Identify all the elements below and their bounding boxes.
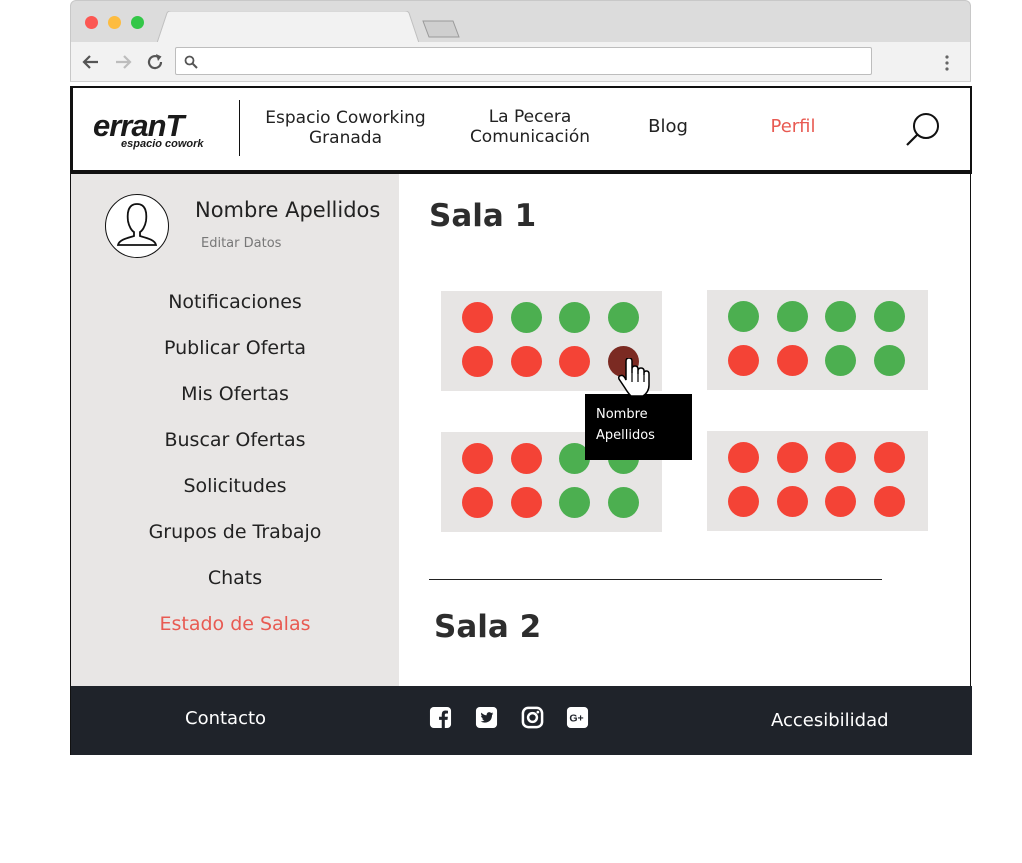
seat-free[interactable] [608, 487, 639, 518]
user-icon [116, 203, 158, 246]
seat-occupied[interactable] [825, 486, 856, 517]
seat-free[interactable] [559, 487, 590, 518]
room-title: Sala 1 [429, 198, 537, 234]
seat-occupied[interactable] [462, 346, 493, 377]
browser-toolbar [70, 42, 971, 82]
browser-tab[interactable] [157, 11, 419, 44]
seat-occupied[interactable] [511, 487, 542, 518]
seat-occupied[interactable] [728, 486, 759, 517]
svg-text:G+: G+ [569, 712, 583, 724]
seat-free[interactable] [728, 301, 759, 332]
close-window-button[interactable] [85, 16, 98, 29]
page-viewport: erranT espacio cowork Espacio Coworking … [70, 86, 972, 755]
forward-arrow-icon[interactable] [113, 52, 133, 72]
back-arrow-icon[interactable] [81, 52, 101, 72]
browser-window: erranT espacio cowork Espacio Coworking … [70, 0, 972, 755]
browser-menu-icon[interactable] [944, 54, 950, 72]
edit-profile-link[interactable]: Editar Datos [201, 236, 281, 251]
sidebar-item-chats[interactable]: Chats [71, 566, 399, 590]
room-title: Sala 2 [434, 609, 542, 645]
sidebar-item-publicar-oferta[interactable]: Publicar Oferta [71, 336, 399, 360]
tooltip-line: Apellidos [596, 428, 655, 443]
seat-free[interactable] [874, 345, 905, 376]
twitter-icon[interactable] [475, 706, 498, 729]
seat-free[interactable] [777, 301, 808, 332]
seat-free[interactable] [511, 302, 542, 333]
seat-occupied[interactable] [511, 443, 542, 474]
user-name: Nombre Apellidos [195, 198, 381, 222]
room-status-panel: Sala 1 Sala 2 Nombre Apellidos [399, 174, 970, 686]
sidebar-item-mis-ofertas[interactable]: Mis Ofertas [71, 382, 399, 406]
logo-tagline: espacio cowork [121, 138, 204, 150]
facebook-icon[interactable] [429, 706, 452, 729]
seat-occupied[interactable] [511, 346, 542, 377]
room-divider [429, 579, 882, 580]
new-tab-button[interactable] [421, 19, 461, 39]
seat-occupied[interactable] [728, 345, 759, 376]
nav-la-pecera[interactable]: La Pecera Comunicación [455, 107, 605, 147]
seat-occupied[interactable] [825, 442, 856, 473]
search-icon[interactable] [903, 110, 943, 150]
seat-occupied[interactable] [462, 302, 493, 333]
seat-occupied[interactable] [462, 443, 493, 474]
nav-blog[interactable]: Blog [633, 117, 703, 137]
footer-accessibility-link[interactable]: Accesibilidad [771, 710, 889, 731]
browser-titlebar [70, 0, 971, 44]
sidebar-item-buscar-ofertas[interactable]: Buscar Ofertas [71, 428, 399, 452]
seat-occupied[interactable] [777, 345, 808, 376]
url-input[interactable] [204, 51, 868, 73]
seat-occupant-tooltip: Nombre Apellidos [585, 394, 692, 460]
reload-icon[interactable] [145, 52, 165, 72]
seat-free[interactable] [825, 345, 856, 376]
sidebar-item-notificaciones[interactable]: Notificaciones [71, 290, 399, 314]
hand-cursor-icon [618, 358, 650, 397]
header-divider [239, 100, 240, 156]
seat-occupied[interactable] [777, 442, 808, 473]
address-bar[interactable] [175, 47, 872, 75]
seat-occupied[interactable] [777, 486, 808, 517]
avatar[interactable] [105, 194, 169, 258]
maximize-window-button[interactable] [131, 16, 144, 29]
errant-logo[interactable]: erranT espacio cowork [93, 108, 217, 156]
tooltip-line: Nombre [596, 407, 648, 422]
search-icon [184, 55, 198, 69]
site-footer: Contacto G+ Accesibilidad [71, 686, 972, 755]
seat-free[interactable] [559, 302, 590, 333]
seat-occupied[interactable] [874, 486, 905, 517]
nav-espacio-coworking[interactable]: Espacio Coworking Granada [258, 108, 433, 148]
minimize-window-button[interactable] [108, 16, 121, 29]
seat-free[interactable] [825, 301, 856, 332]
instagram-icon[interactable] [521, 706, 544, 729]
seat-free[interactable] [608, 302, 639, 333]
sidebar-item-grupos-de-trabajo[interactable]: Grupos de Trabajo [71, 520, 399, 544]
google-plus-icon[interactable]: G+ [566, 706, 589, 729]
seat-free[interactable] [874, 301, 905, 332]
footer-contact-link[interactable]: Contacto [185, 708, 266, 729]
sidebar-item-solicitudes[interactable]: Solicitudes [71, 474, 399, 498]
site-header: erranT espacio cowork Espacio Coworking … [71, 86, 972, 174]
seat-occupied[interactable] [728, 442, 759, 473]
profile-sidebar: Nombre Apellidos Editar Datos Notificaci… [71, 174, 399, 686]
seat-occupied[interactable] [874, 442, 905, 473]
nav-perfil[interactable]: Perfil [753, 117, 833, 137]
seat-occupied[interactable] [559, 346, 590, 377]
seat-occupied[interactable] [462, 487, 493, 518]
sidebar-item-estado-de-salas[interactable]: Estado de Salas [71, 612, 399, 636]
